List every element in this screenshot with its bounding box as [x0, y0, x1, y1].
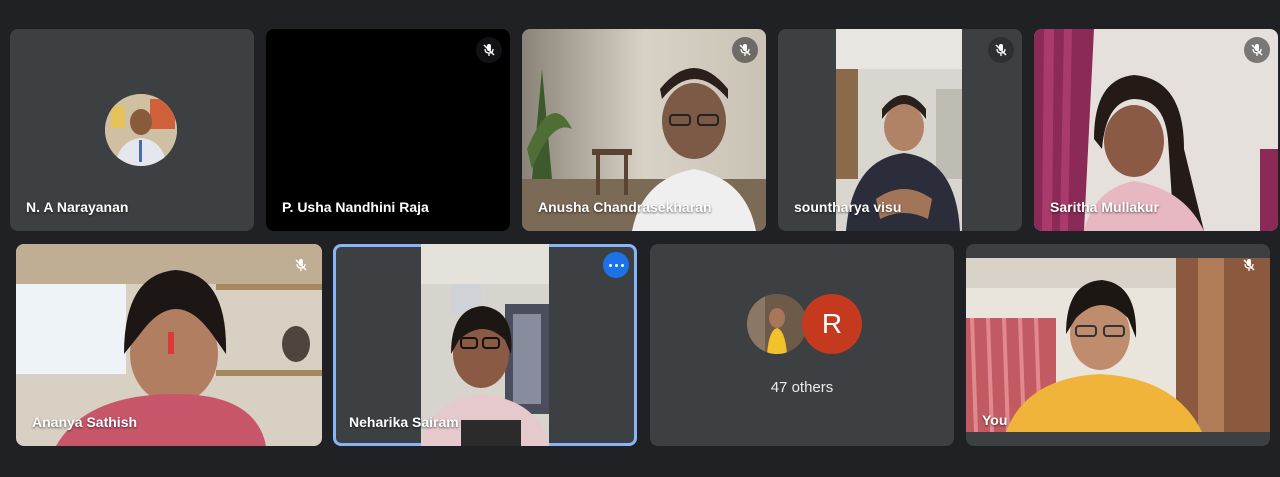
others-count-label: 47 others [770, 379, 834, 396]
participant-name: Neharika Sairam [349, 414, 459, 430]
participant-tile-anusha[interactable]: Anusha Chandrasekharan [522, 29, 766, 231]
participant-name: sountharya visu [794, 199, 902, 215]
participant-avatar [105, 94, 177, 166]
participant-name: Anusha Chandrasekharan [538, 199, 712, 215]
others-tile[interactable]: R 47 others [650, 244, 954, 446]
participant-tile-neharika[interactable]: Neharika Sairam [333, 244, 637, 446]
mic-off-icon [988, 37, 1014, 63]
mic-off-icon [288, 252, 314, 278]
participant-name: Saritha Mullakur [1050, 199, 1159, 215]
participant-avatar [747, 294, 807, 354]
more-options-icon[interactable] [603, 252, 629, 278]
participant-tile-ananya[interactable]: Ananya Sathish [16, 244, 322, 446]
participant-avatar-letter: R [802, 294, 862, 354]
participant-name: P. Usha Nandhini Raja [282, 199, 429, 215]
mic-off-icon [732, 37, 758, 63]
participant-name: Ananya Sathish [32, 414, 138, 430]
mic-off-icon [1244, 37, 1270, 63]
participant-tile-sountharya[interactable]: sountharya visu [778, 29, 1022, 231]
mic-off-icon [1236, 252, 1262, 278]
participant-name: You [982, 412, 1008, 428]
participant-video [966, 258, 1270, 432]
participant-tile-you[interactable]: You [966, 244, 1270, 446]
participant-tile-narayanan[interactable]: N. A Narayanan [10, 29, 254, 231]
participant-tile-saritha[interactable]: Saritha Mullakur [1034, 29, 1278, 231]
participant-name: N. A Narayanan [26, 199, 129, 215]
participant-tile-usha[interactable]: P. Usha Nandhini Raja [266, 29, 510, 231]
mic-off-icon [476, 37, 502, 63]
